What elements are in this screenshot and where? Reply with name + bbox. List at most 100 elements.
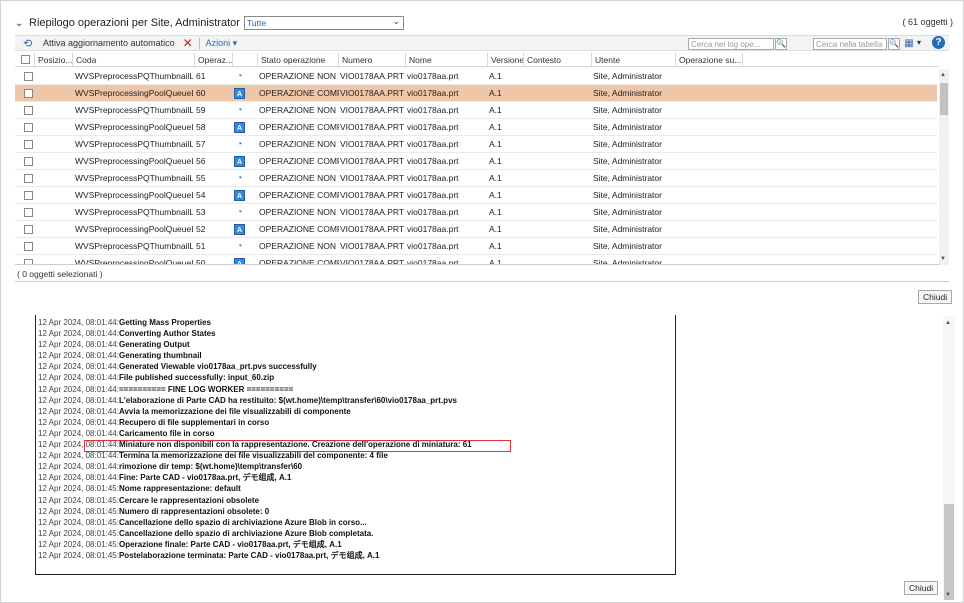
chevron-down-icon[interactable]: ▾ bbox=[917, 38, 921, 47]
log-timestamp: 12 Apr 2024, 08:01:44: bbox=[38, 395, 119, 405]
log-message: Operazione finale: Parte CAD - vio0178aa… bbox=[118, 539, 342, 549]
table-row[interactable]: WVSPreprocessingPoolQueueL 50 A OPERAZIONE … bbox=[15, 255, 937, 265]
scroll-thumb[interactable] bbox=[944, 504, 954, 600]
table-row[interactable]: WVSPreprocessPQThumbnailL 53 ◔ OPERAZIONE N… bbox=[15, 204, 937, 221]
log-timestamp: 12 Apr 2024, 08:01:45: bbox=[38, 517, 119, 527]
log-message: Generated Viewable vio0178aa_prt.pvs suc… bbox=[118, 362, 317, 372]
column-header[interactable]: Operaz... bbox=[195, 53, 233, 67]
toolbar: ⟲ Attiva aggiornamento automatico ✕ Azio… bbox=[15, 35, 949, 51]
table-row[interactable]: WVSPreprocessPQThumbnailL 59 ◔ OPERAZIONE N… bbox=[15, 102, 937, 119]
help-icon[interactable]: ? bbox=[932, 36, 945, 49]
close-button[interactable]: Chiudi bbox=[904, 581, 939, 595]
log-timestamp: 12 Apr 2024, 08:01:44: bbox=[38, 351, 119, 361]
scroll-up-icon[interactable]: ▲ bbox=[940, 72, 946, 78]
auto-update-button[interactable]: Attiva aggiornamento automatico bbox=[43, 38, 175, 48]
table-row[interactable]: WVSPreprocessPQThumbnailL 57 ◔ OPERAZIONE N… bbox=[15, 136, 937, 153]
thumbnail-operation-icon: ◔ bbox=[236, 139, 243, 150]
version-cell: A.1 bbox=[489, 207, 502, 217]
table-row[interactable]: WVSPreprocessPQThumbnailL 51 ◔ OPERAZIONE N… bbox=[15, 238, 937, 255]
table-row[interactable]: WVSPreprocessPQThumbnailL 61 ◔ OPERAZIONE N… bbox=[15, 68, 937, 85]
row-checkbox[interactable] bbox=[24, 242, 33, 251]
status-cell: OPERAZIONE NON F bbox=[259, 241, 339, 251]
publish-operation-icon: A bbox=[234, 190, 245, 201]
select-all-header[interactable] bbox=[15, 53, 35, 67]
log-panel: 12 Apr 2024, 08:01:44:Getting Mass Prope… bbox=[7, 308, 959, 598]
log-message: Cercare le rappresentazioni obsolete bbox=[118, 495, 260, 505]
row-checkbox[interactable] bbox=[24, 140, 33, 149]
user-cell: Site, Administrator bbox=[593, 156, 662, 166]
queue-cell: WVSPreprocessPQThumbnailL bbox=[75, 241, 193, 251]
row-checkbox[interactable] bbox=[24, 89, 33, 98]
thumbnail-operation-icon: ◔ bbox=[236, 207, 243, 218]
column-header[interactable] bbox=[233, 53, 258, 67]
log-timestamp: 12 Apr 2024, 08:01:45: bbox=[38, 550, 119, 560]
log-message: L'elaborazione di Parte CAD ha restituit… bbox=[118, 395, 457, 405]
search-icon[interactable]: 🔍 bbox=[888, 38, 900, 50]
row-checkbox[interactable] bbox=[24, 208, 33, 217]
row-checkbox[interactable] bbox=[24, 106, 33, 115]
log-line: 12 Apr 2024, 08:01:44:File published suc… bbox=[38, 372, 675, 383]
version-cell: A.1 bbox=[489, 241, 502, 251]
scroll-up-icon[interactable]: ▲ bbox=[945, 320, 951, 326]
queue-cell: WVSPreprocessingPoolQueueL bbox=[75, 258, 193, 265]
column-header[interactable]: Versione bbox=[488, 53, 524, 67]
table-row[interactable]: WVSPreprocessingPoolQueueL 56 A OPERAZIONE … bbox=[15, 153, 937, 170]
select-all-checkbox[interactable] bbox=[21, 55, 30, 64]
column-header[interactable]: Nome bbox=[406, 53, 488, 67]
log-line: 12 Apr 2024, 08:01:44:Generating thumbna… bbox=[38, 350, 675, 361]
status-cell: OPERAZIONE COMP bbox=[259, 258, 339, 265]
column-header[interactable]: Stato operazione bbox=[258, 53, 339, 67]
log-line: 12 Apr 2024, 08:01:44:Generated Viewable… bbox=[38, 361, 675, 372]
row-checkbox[interactable] bbox=[24, 72, 33, 81]
row-checkbox[interactable] bbox=[24, 191, 33, 200]
operation-filter-select[interactable]: Tutte ⌄ bbox=[244, 16, 404, 30]
column-header[interactable]: Numero bbox=[339, 53, 406, 67]
number-cell: VIO0178AA.PRT bbox=[340, 139, 405, 149]
table-row[interactable]: WVSPreprocessingPoolQueueL 58 A OPERAZIONE … bbox=[15, 119, 937, 136]
row-checkbox[interactable] bbox=[24, 174, 33, 183]
version-cell: A.1 bbox=[489, 105, 502, 115]
number-cell: VIO0178AA.PRT bbox=[340, 173, 405, 183]
table-row[interactable]: WVSPreprocessPQThumbnailL 55 ◔ OPERAZIONE N… bbox=[15, 170, 937, 187]
column-header[interactable]: Utente bbox=[592, 53, 676, 67]
log-timestamp: 12 Apr 2024, 08:01:44: bbox=[38, 406, 119, 416]
position-cell: 58 bbox=[196, 122, 206, 132]
close-button[interactable]: Chiudi bbox=[918, 290, 953, 304]
version-cell: A.1 bbox=[489, 224, 502, 234]
row-checkbox[interactable] bbox=[24, 157, 33, 166]
publish-operation-icon: A bbox=[234, 258, 245, 264]
log-line: 12 Apr 2024, 08:01:44:Caricamento file i… bbox=[38, 428, 675, 439]
search-table-input[interactable]: Cerca nella tabella bbox=[813, 38, 887, 50]
search-logs-input[interactable]: Cerca nei log ope... bbox=[688, 38, 774, 50]
status-cell: OPERAZIONE NON F bbox=[259, 207, 339, 217]
log-timestamp: 12 Apr 2024, 08:01:44: bbox=[38, 318, 119, 327]
row-checkbox[interactable] bbox=[24, 123, 33, 132]
log-message: File published successfully: input_60.zi… bbox=[118, 373, 275, 383]
table-scrollbar[interactable]: ▲ ▼ bbox=[939, 69, 949, 265]
user-cell: Site, Administrator bbox=[593, 139, 662, 149]
delete-icon[interactable]: ✕ bbox=[183, 36, 193, 50]
log-timestamp: 12 Apr 2024, 08:01:44: bbox=[38, 362, 119, 372]
column-header[interactable]: Posizio... bbox=[35, 53, 73, 67]
search-icon[interactable]: 🔍 bbox=[775, 38, 787, 50]
collapse-chevron-icon[interactable]: ⌄ bbox=[15, 18, 29, 29]
column-header[interactable]: Coda bbox=[73, 53, 195, 67]
name-cell: vio0178aa.prt bbox=[407, 190, 459, 200]
refresh-icon[interactable]: ⟲ bbox=[23, 37, 41, 50]
row-checkbox[interactable] bbox=[24, 259, 33, 264]
row-checkbox[interactable] bbox=[24, 225, 33, 234]
column-header[interactable]: Contesto bbox=[524, 53, 592, 67]
table-row[interactable]: WVSPreprocessingPoolQueueL 54 A OPERAZIONE … bbox=[15, 187, 937, 204]
scroll-thumb[interactable] bbox=[940, 83, 948, 115]
scroll-down-icon[interactable]: ▼ bbox=[945, 592, 951, 598]
filter-selected-value: Tutte bbox=[247, 18, 267, 28]
table-row[interactable]: WVSPreprocessingPoolQueueL 60 A OPERAZIONE … bbox=[15, 85, 937, 102]
log-scrollbar[interactable]: ▲ ▼ bbox=[943, 316, 955, 600]
column-header[interactable]: Operazione su... bbox=[676, 53, 743, 67]
scroll-down-icon[interactable]: ▼ bbox=[940, 256, 946, 262]
table-row[interactable]: WVSPreprocessingPoolQueueL 52 A OPERAZIONE … bbox=[15, 221, 937, 238]
queue-cell: WVSPreprocessPQThumbnailL bbox=[75, 207, 193, 217]
table-view-icon[interactable]: ▦ bbox=[903, 38, 915, 50]
actions-menu[interactable]: Azioni ▾ bbox=[206, 38, 238, 49]
status-cell: OPERAZIONE NON F bbox=[259, 71, 339, 81]
